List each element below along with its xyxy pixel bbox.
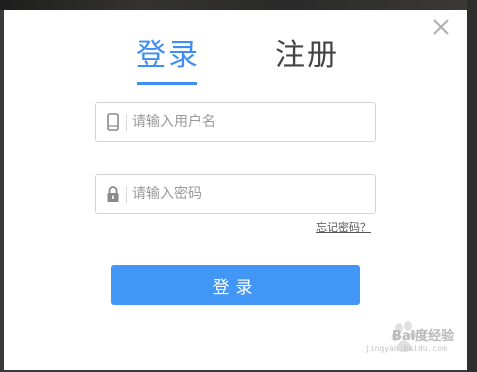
login-button[interactable]: 登录 <box>111 265 360 305</box>
username-field[interactable] <box>95 102 376 142</box>
watermark-text: Bai度经验 <box>392 329 455 344</box>
tab-register[interactable]: 注册 <box>275 36 339 76</box>
forgot-password-link[interactable]: 忘记密码？ <box>316 219 371 235</box>
background-window-edge <box>467 0 477 372</box>
watermark-url: jingyan.baidu.com <box>365 344 447 353</box>
field-separator <box>126 114 127 131</box>
password-input[interactable] <box>132 175 368 213</box>
phone-icon <box>104 113 122 131</box>
background-window <box>0 0 477 10</box>
username-input[interactable] <box>132 103 368 141</box>
active-tab-indicator <box>137 82 197 85</box>
close-icon <box>433 19 449 35</box>
password-field[interactable] <box>95 174 376 214</box>
lock-icon <box>104 185 122 203</box>
close-button[interactable] <box>431 17 451 37</box>
tab-login[interactable]: 登录 <box>136 36 200 76</box>
field-separator <box>126 186 127 203</box>
